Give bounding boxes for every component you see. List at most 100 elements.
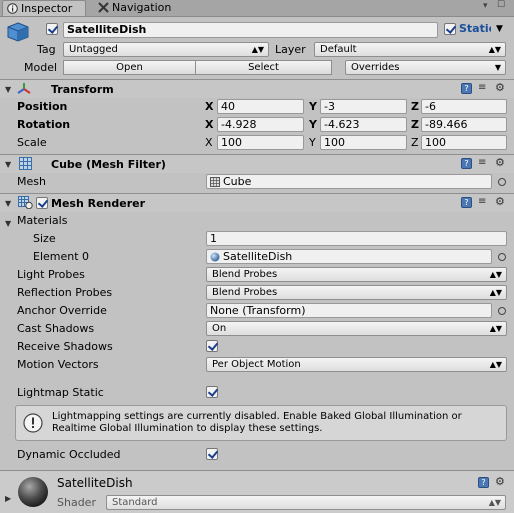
object-picker-icon[interactable] [498,253,506,261]
cast-shadows-dropdown[interactable]: On ▲▼ [206,321,507,336]
help-icon[interactable]: ? [478,477,489,488]
materials-label[interactable]: Materials [17,214,67,227]
position-y-axis[interactable]: Y [309,100,317,113]
element0-value: SatelliteDish [223,250,293,263]
tab-bar: Inspector Navigation ▾ ☐ [0,0,514,17]
help-icon[interactable]: ? [461,158,472,169]
info-circle-icon [23,413,43,433]
sliders-icon[interactable]: ≡ [478,82,486,93]
scale-y-field[interactable]: 100 [320,135,407,150]
scale-x-axis[interactable]: X [205,136,213,149]
anchor-override-field[interactable]: None (Transform) [206,303,492,318]
model-label: Model [24,61,58,74]
position-label: Position [17,100,68,113]
position-z-field[interactable]: -6 [421,99,507,114]
shader-dropdown[interactable]: Standard ▲▼ [106,495,506,510]
sliders-icon[interactable]: ≡ [478,196,486,207]
position-x-field[interactable]: 40 [217,99,304,114]
mesh-value: Cube [223,175,252,188]
cube-icon [7,22,29,42]
tab-navigation[interactable]: Navigation [94,0,184,16]
static-label: Static [459,22,491,35]
layer-label: Layer [275,43,306,56]
gear-icon[interactable]: ⚙ [495,81,505,94]
rotation-x-field[interactable]: -4.928 [217,117,304,132]
rotation-y-field[interactable]: -4.623 [320,117,407,132]
window-menu-icon[interactable]: ▾ [483,1,488,11]
overrides-label: Overrides [351,62,400,73]
reflection-probes-dropdown[interactable]: Blend Probes ▲▼ [206,285,507,300]
reflection-probes-label: Reflection Probes [17,286,113,299]
element0-field[interactable]: SatelliteDish [206,249,492,264]
object-picker-icon[interactable] [498,307,506,315]
tab-inspector[interactable]: Inspector [2,0,86,16]
cast-shadows-label: Cast Shadows [17,322,95,335]
transform-title: Transform [51,83,114,96]
material-name: SatelliteDish [57,476,133,490]
anchor-override-label: Anchor Override [17,304,107,317]
overrides-dropdown[interactable]: Overrides ▼ [345,60,506,75]
shader-value: Standard [112,497,158,508]
motion-vectors-dropdown[interactable]: Per Object Motion ▲▼ [206,357,507,372]
dynamic-occluded-checkbox[interactable] [206,448,218,460]
rotation-x-axis[interactable]: X [205,118,213,131]
materials-foldout-icon[interactable]: ▼ [5,219,11,228]
static-checkbox[interactable] [444,23,456,35]
tab-inspector-label: Inspector [21,2,73,15]
maximize-icon[interactable]: ☐ [497,0,505,10]
foldout-arrow-icon[interactable]: ▼ [5,199,11,208]
scale-z-field[interactable]: 100 [421,135,507,150]
mesh-renderer-title: Mesh Renderer [51,197,146,210]
tag-label: Tag [37,43,56,56]
layer-dropdown[interactable]: Default ▲▼ [314,42,506,57]
dropdown-arrow-icon: ▲▼ [488,45,501,54]
position-z-axis[interactable]: Z [411,100,419,113]
tag-dropdown[interactable]: Untagged ▲▼ [63,42,269,57]
object-picker-icon[interactable] [498,178,506,186]
tag-value: Untagged [69,44,118,55]
object-name-field[interactable]: SatelliteDish [63,22,438,38]
light-probes-dropdown[interactable]: Blend Probes ▲▼ [206,267,507,282]
scale-y-axis[interactable]: Y [309,136,316,149]
select-button[interactable]: Select [195,60,332,75]
position-x-axis[interactable]: X [205,100,213,113]
dropdown-arrow-icon: ▲▼ [488,498,501,507]
mesh-field[interactable]: Cube [206,174,492,189]
mesh-renderer-icon [18,196,33,209]
receive-shadows-checkbox[interactable] [206,340,218,352]
active-checkbox[interactable] [46,23,58,35]
lightmapping-info-text-line2: Realtime Global Illumination to display … [52,423,323,434]
material-preview-sphere-icon[interactable] [17,476,49,508]
static-dropdown-icon[interactable]: ▼ [496,24,503,34]
dropdown-arrow-icon: ▲▼ [489,360,502,369]
light-probes-value: Blend Probes [212,269,278,280]
foldout-arrow-icon[interactable]: ▼ [5,160,11,169]
open-button[interactable]: Open [63,60,196,75]
foldout-arrow-icon[interactable]: ▼ [5,85,11,94]
gear-icon[interactable]: ⚙ [495,195,505,208]
motion-vectors-value: Per Object Motion [212,359,301,370]
position-y-field[interactable]: -3 [320,99,407,114]
material-foldout-icon[interactable]: ▶ [5,494,11,503]
rotation-z-axis[interactable]: Z [411,118,419,131]
gear-icon[interactable]: ⚙ [495,156,505,169]
size-field[interactable]: 1 [206,231,507,246]
help-icon[interactable]: ? [461,197,472,208]
dropdown-arrow-icon: ▲▼ [489,324,502,333]
mesh-renderer-enabled-checkbox[interactable] [36,197,48,209]
scale-x-field[interactable]: 100 [217,135,304,150]
rotation-y-axis[interactable]: Y [309,118,317,131]
rotation-z-field[interactable]: -89.466 [421,117,507,132]
material-sphere-icon [210,252,220,262]
help-icon[interactable]: ? [461,83,472,94]
grid-icon [19,157,32,170]
gear-icon[interactable]: ⚙ [495,475,505,488]
sliders-icon[interactable]: ≡ [478,157,486,168]
scale-z-axis[interactable]: Z [411,136,419,149]
lightmap-static-checkbox[interactable] [206,386,218,398]
lightmap-static-label: Lightmap Static [17,386,104,399]
dropdown-arrow-icon: ▲▼ [489,270,502,279]
mesh-grid-icon [210,177,220,187]
info-icon [7,3,18,14]
layer-value: Default [320,44,357,55]
